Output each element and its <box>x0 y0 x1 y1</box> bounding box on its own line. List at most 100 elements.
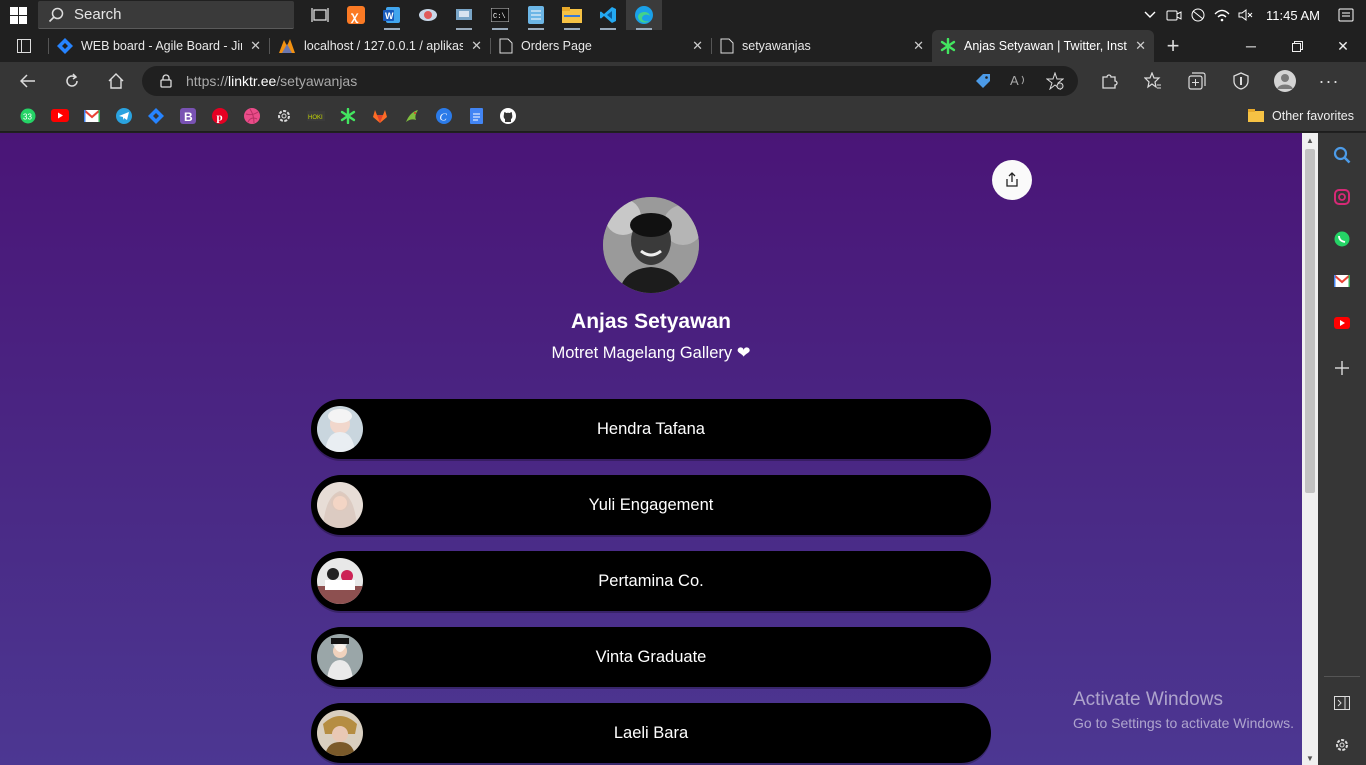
scroll-down-icon[interactable]: ▼ <box>1302 751 1318 765</box>
favorite-gmail[interactable] <box>76 102 108 130</box>
profile-bio: Motret Magelang Gallery ❤ <box>551 344 751 362</box>
sidebar-add[interactable] <box>1318 353 1366 383</box>
clock[interactable]: 11:45 AM <box>1266 8 1320 23</box>
favorite-hoki[interactable]: HOKI <box>300 102 332 130</box>
thumbnail-photo <box>317 406 363 452</box>
restore-button[interactable] <box>1274 30 1320 62</box>
taskbar-app-notepad[interactable] <box>518 0 554 30</box>
favorite-bootstrap[interactable]: B <box>172 102 204 130</box>
minimize-icon: ─ <box>1246 38 1256 54</box>
taskbar-search[interactable]: Search <box>38 1 294 29</box>
other-favorites-folder[interactable]: Other favorites <box>1248 109 1366 123</box>
sidebar-search[interactable] <box>1318 140 1366 170</box>
meet-now-icon[interactable] <box>1166 7 1182 23</box>
accessibility-icon[interactable] <box>1190 7 1206 23</box>
link-button[interactable]: Vinta Graduate <box>311 627 991 687</box>
taskbar-app-xampp[interactable]: ꭓ <box>338 0 374 30</box>
close-tab-icon[interactable]: ✕ <box>1135 38 1146 54</box>
home-button[interactable] <box>94 62 138 100</box>
wifi-icon[interactable] <box>1214 7 1230 23</box>
page-scrollbar[interactable]: ▲ ▼ <box>1302 133 1318 765</box>
tab-actions-button[interactable] <box>0 30 48 62</box>
thumbnail-photo <box>317 634 363 680</box>
profile-button[interactable] <box>1270 66 1300 96</box>
chevron-up-icon[interactable] <box>1142 7 1158 23</box>
scroll-thumb[interactable] <box>1305 149 1315 493</box>
link-label: Vinta Graduate <box>595 647 707 666</box>
home-icon <box>108 73 124 89</box>
favorite-settings[interactable] <box>268 102 300 130</box>
link-button[interactable]: Hendra Tafana <box>311 399 991 459</box>
share-button[interactable] <box>992 160 1032 200</box>
favorite-dribbble[interactable] <box>236 102 268 130</box>
extensions-button[interactable] <box>1094 66 1124 96</box>
back-button[interactable] <box>6 62 50 100</box>
close-tab-icon[interactable]: ✕ <box>692 38 703 54</box>
link-button[interactable]: Laeli Bara <box>311 703 991 763</box>
taskbar-app-vscode[interactable] <box>590 0 626 30</box>
add-favorite-icon[interactable] <box>1046 72 1064 90</box>
tab-setyawanjas[interactable]: setyawanjas ✕ <box>712 30 932 62</box>
link-button[interactable]: Yuli Engagement <box>311 475 991 535</box>
svg-text:C:\: C:\ <box>493 13 506 21</box>
start-button[interactable] <box>0 0 36 30</box>
settings-more-button[interactable]: ··· <box>1314 66 1344 96</box>
taskbar-app-word[interactable]: W <box>374 0 410 30</box>
windows-taskbar: Search ꭓ W C:\ 11:45 AM <box>0 0 1366 30</box>
refresh-button[interactable] <box>50 62 94 100</box>
coupon-tag-icon[interactable] <box>974 72 992 90</box>
favorite-github[interactable] <box>492 102 524 130</box>
new-tab-button[interactable]: + <box>1154 30 1192 62</box>
notifications-icon[interactable] <box>1338 7 1354 23</box>
close-window-button[interactable]: ✕ <box>1320 30 1366 62</box>
taskbar-app-a[interactable] <box>410 0 446 30</box>
close-tab-icon[interactable]: ✕ <box>250 38 261 54</box>
favorite-youtube[interactable] <box>44 102 76 130</box>
taskbar-app-file-explorer[interactable] <box>554 0 590 30</box>
tab-jira[interactable]: WEB board - Agile Board - Jira ✕ <box>49 30 269 62</box>
favorite-telegram[interactable] <box>108 102 140 130</box>
notepad-icon <box>528 6 544 24</box>
arrow-left-icon <box>20 74 35 88</box>
link-thumbnail <box>317 406 363 452</box>
taskbar-app-remote-desktop[interactable] <box>446 0 482 30</box>
collections-button[interactable] <box>1182 66 1212 96</box>
taskbar-app-edge[interactable] <box>626 0 662 30</box>
favorite-bird[interactable] <box>396 102 428 130</box>
volume-muted-icon[interactable] <box>1238 7 1254 23</box>
sidebar-hide[interactable] <box>1318 688 1366 718</box>
tab-orders-page[interactable]: Orders Page ✕ <box>491 30 711 62</box>
collections-icon <box>1188 72 1206 90</box>
sidebar-gmail[interactable] <box>1318 266 1366 296</box>
tab-phpmyadmin[interactable]: localhost / 127.0.0.1 / aplikasi ✕ <box>270 30 490 62</box>
url-field[interactable]: https://linktr.ee/setyawanjas A <box>142 66 1078 96</box>
tab-title: localhost / 127.0.0.1 / aplikasi <box>304 39 464 53</box>
favorite-jira[interactable] <box>140 102 172 130</box>
close-tab-icon[interactable]: ✕ <box>913 38 924 54</box>
favorite-whatsapp[interactable]: 33 <box>12 102 44 130</box>
task-view-button[interactable] <box>302 0 338 30</box>
sidebar-settings[interactable] <box>1318 730 1366 760</box>
bird-icon <box>406 109 418 122</box>
taskbar-app-terminal[interactable]: C:\ <box>482 0 518 30</box>
tab-title: Anjas Setyawan | Twitter, Instagram <box>964 39 1127 53</box>
favorite-gitlab[interactable] <box>364 102 396 130</box>
app-a-icon <box>419 9 437 21</box>
link-button[interactable]: Pertamina Co. <box>311 551 991 611</box>
minimize-button[interactable]: ─ <box>1228 30 1274 62</box>
favorite-docs[interactable] <box>460 102 492 130</box>
hide-sidebar-icon <box>1334 696 1350 710</box>
sidebar-whatsapp[interactable] <box>1318 224 1366 254</box>
sidebar-youtube[interactable] <box>1318 308 1366 338</box>
tab-linktree-active[interactable]: Anjas Setyawan | Twitter, Instagram ✕ <box>932 30 1154 62</box>
sidebar-instagram[interactable] <box>1318 182 1366 212</box>
linktree-icon <box>940 38 956 54</box>
browser-essentials-button[interactable] <box>1226 66 1256 96</box>
close-tab-icon[interactable]: ✕ <box>471 38 482 54</box>
favorite-canva[interactable]: C <box>428 102 460 130</box>
scroll-up-icon[interactable]: ▲ <box>1302 133 1318 147</box>
favorite-linktree[interactable] <box>332 102 364 130</box>
read-aloud-icon[interactable]: A <box>1010 72 1028 88</box>
favorite-pinterest[interactable]: p <box>204 102 236 130</box>
favorites-button[interactable] <box>1138 66 1168 96</box>
